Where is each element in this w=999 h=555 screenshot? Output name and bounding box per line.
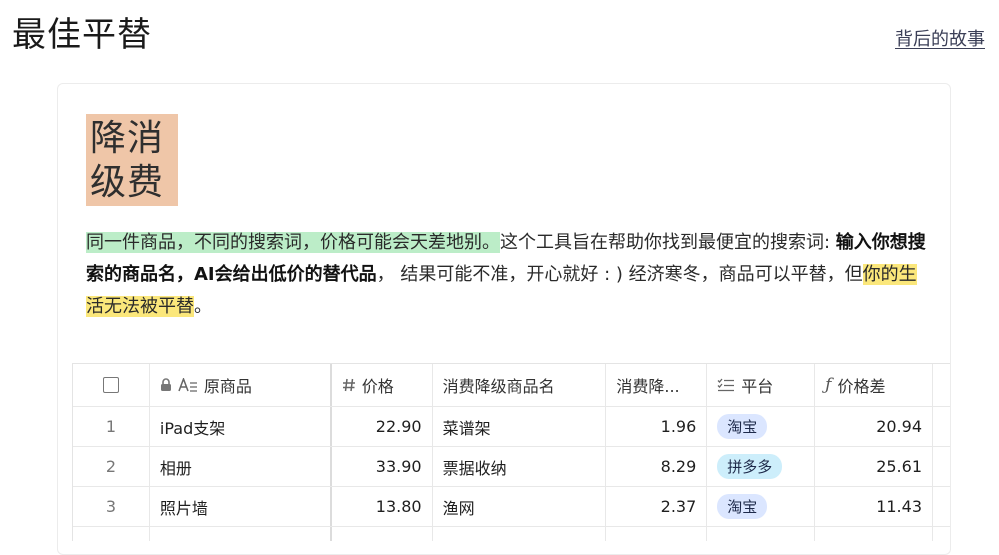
- row-partial-cell: [606, 527, 708, 541]
- column-label-original: 原商品: [203, 377, 252, 396]
- brand-logo: 降消 级费: [86, 114, 178, 206]
- description-text-1: 这个工具旨在帮助你找到最便宜的搜索词:: [500, 232, 836, 253]
- content-card: 降消 级费 同一件商品，不同的搜索词，价格可能会天差地别。这个工具旨在帮助你找到…: [57, 83, 951, 555]
- column-label-diff: 价格差: [837, 377, 886, 396]
- list-icon: [717, 378, 735, 392]
- column-header-diff[interactable]: ƒ 价格差: [815, 364, 933, 406]
- cell-diff[interactable]: 25.61: [815, 447, 933, 486]
- lock-icon: [160, 378, 172, 392]
- description-text-3: 。: [194, 296, 212, 317]
- text-field-icon: [178, 378, 198, 392]
- cell-alt-name[interactable]: 渔网: [433, 487, 607, 526]
- cell-alt-price[interactable]: 2.37: [606, 487, 708, 526]
- row-partial-cell: [433, 527, 607, 541]
- data-table: 原商品 价格 消费降级商品名 消费降... 平台 ƒ 价格差 1 iPad支架 …: [72, 363, 950, 541]
- cell-price[interactable]: 33.90: [332, 447, 433, 486]
- column-label-platform: 平台: [741, 377, 774, 396]
- formula-icon: ƒ: [825, 375, 832, 395]
- cell-platform[interactable]: 拼多多: [707, 447, 816, 486]
- row-partial-cell: [73, 527, 150, 541]
- column-header-original[interactable]: 原商品: [150, 364, 332, 406]
- row-partial-cell: [707, 527, 816, 541]
- cell-overflow: [933, 407, 950, 446]
- column-header-price[interactable]: 价格: [332, 364, 433, 406]
- description-text-2: ， 结果可能不准，开心就好 : ) 经济寒冬，商品可以平替，但: [376, 264, 863, 285]
- cell-original[interactable]: 相册: [150, 447, 332, 486]
- cell-price[interactable]: 13.80: [332, 487, 433, 526]
- cell-platform[interactable]: 淘宝: [707, 487, 816, 526]
- description: 同一件商品，不同的搜索词，价格可能会天差地别。这个工具旨在帮助你找到最便宜的搜索…: [86, 227, 926, 323]
- platform-tag: 拼多多: [717, 454, 783, 479]
- page-title: 最佳平替: [12, 15, 152, 55]
- brand-line-2: 级费: [90, 162, 165, 203]
- table-row[interactable]: 2 相册 33.90 票据收纳 8.29 拼多多 25.61: [73, 447, 950, 487]
- cell-original[interactable]: iPad支架: [150, 407, 332, 446]
- row-index: 3: [73, 487, 150, 526]
- cell-platform[interactable]: 淘宝: [707, 407, 816, 446]
- select-all-cell[interactable]: [73, 364, 150, 406]
- column-label-alt-price: 消费降...: [616, 377, 680, 396]
- table-row[interactable]: 1 iPad支架 22.90 菜谱架 1.96 淘宝 20.94: [73, 407, 950, 447]
- description-highlight-green: 同一件商品，不同的搜索词，价格可能会天差地别。: [86, 232, 500, 253]
- row-partial-cell: [150, 527, 332, 541]
- select-all-checkbox[interactable]: [102, 377, 119, 393]
- cell-alt-price[interactable]: 8.29: [606, 447, 708, 486]
- column-header-platform[interactable]: 平台: [707, 364, 816, 406]
- row-partial-cell: [815, 527, 933, 541]
- table-row[interactable]: 3 照片墙 13.80 渔网 2.37 淘宝 11.43: [73, 487, 950, 527]
- platform-tag: 淘宝: [717, 494, 768, 519]
- column-label-alt-name: 消费降级商品名: [442, 377, 555, 396]
- cell-overflow: [933, 487, 950, 526]
- brand-line-1: 降消: [90, 118, 165, 159]
- row-partial-cell: [332, 527, 433, 541]
- story-link[interactable]: 背后的故事: [895, 25, 985, 51]
- cell-alt-name[interactable]: 菜谱架: [433, 407, 607, 446]
- cell-price[interactable]: 22.90: [332, 407, 433, 446]
- cell-overflow: [933, 447, 950, 486]
- cell-alt-name[interactable]: 票据收纳: [433, 447, 607, 486]
- cell-original[interactable]: 照片墙: [150, 487, 332, 526]
- platform-tag: 淘宝: [717, 414, 768, 439]
- row-partial-cell: [933, 527, 950, 541]
- table-header-row: 原商品 价格 消费降级商品名 消费降... 平台 ƒ 价格差: [73, 364, 950, 407]
- column-header-overflow: [933, 364, 950, 406]
- column-header-alt-name[interactable]: 消费降级商品名: [433, 364, 607, 406]
- row-index: 2: [73, 447, 150, 486]
- hash-icon: [342, 378, 356, 392]
- cell-alt-price[interactable]: 1.96: [606, 407, 708, 446]
- row-index: 1: [73, 407, 150, 446]
- column-header-alt-price[interactable]: 消费降...: [606, 364, 708, 406]
- cell-diff[interactable]: 11.43: [815, 487, 933, 526]
- column-label-price: 价格: [361, 377, 394, 396]
- cell-diff[interactable]: 20.94: [815, 407, 933, 446]
- table-row-partial: [73, 527, 950, 541]
